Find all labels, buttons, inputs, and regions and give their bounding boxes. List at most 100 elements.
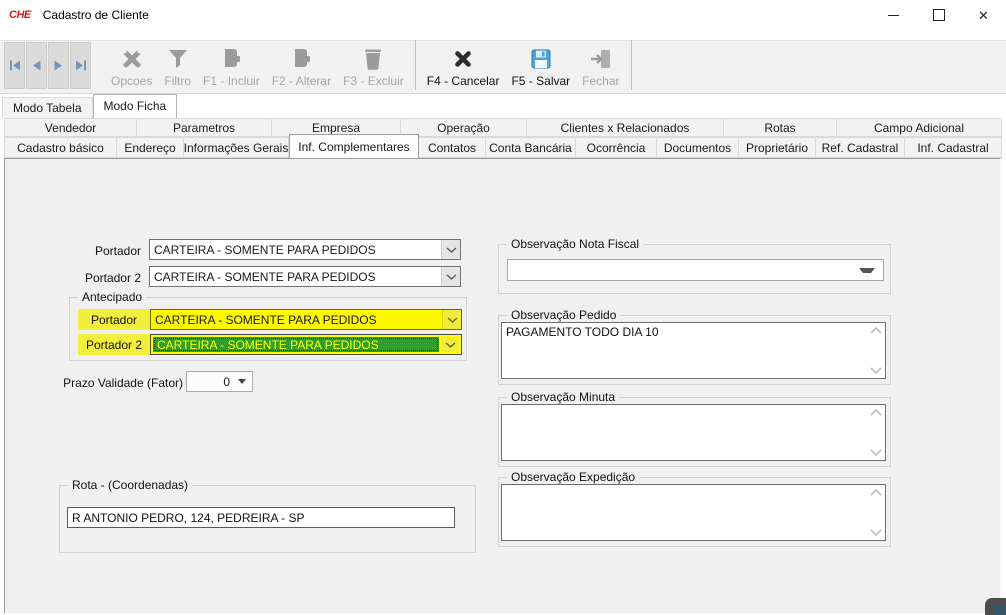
next-record-button[interactable]: [48, 42, 69, 89]
obs-pedido-textarea[interactable]: PAGAMENTO TODO DIA 10: [502, 323, 885, 378]
tab-modo-ficha[interactable]: Modo Ficha: [93, 94, 178, 118]
scroll-up-icon[interactable]: [870, 489, 882, 496]
tab-modo-tabela[interactable]: Modo Tabela: [2, 97, 93, 118]
close-icon: ✕: [978, 9, 989, 22]
first-record-button[interactable]: [4, 42, 25, 89]
app-logo-icon: CHE: [9, 9, 31, 21]
obs-pedido-title: Observação Pedido: [507, 308, 620, 322]
fechar-label: Fechar: [582, 74, 619, 88]
f4-cancelar-button[interactable]: F4 - Cancelar: [421, 44, 506, 92]
tab-operacao[interactable]: Operação: [401, 118, 527, 137]
scroll-up-icon[interactable]: [870, 409, 882, 416]
prazo-validade-dropdown[interactable]: 0: [186, 371, 253, 392]
filtro-button[interactable]: Filtro: [158, 44, 197, 92]
tab-endereco[interactable]: Endereço: [117, 137, 184, 158]
obs-minuta-textbox: [501, 404, 886, 461]
f5-salvar-button[interactable]: F5 - Salvar: [505, 44, 576, 92]
antecipado-portador-combobox[interactable]: CARTEIRA - SOMENTE PARA PEDIDOS: [150, 309, 462, 330]
tab-strip-row1: Vendedor Parametros Empresa Operação Cli…: [4, 118, 1002, 137]
background-window-corner: [985, 598, 1006, 615]
opcoes-label: Opcoes: [111, 74, 152, 88]
tab-ocorrencia[interactable]: Ocorrência: [576, 137, 657, 158]
exit-icon: [589, 47, 613, 71]
previous-record-icon: [31, 60, 42, 71]
tab-campo-adicional[interactable]: Campo Adicional: [837, 118, 1002, 137]
portador-dropdown-button[interactable]: [441, 240, 460, 259]
obs-expedicao-groupbox: Observação Expedição: [498, 477, 891, 547]
f3-excluir-button[interactable]: F3 - Excluir: [337, 44, 410, 92]
chevron-down-icon: [446, 247, 457, 253]
chevron-down-icon: [446, 274, 457, 280]
tab-strip-row2: Cadastro básico Endereço Informações Ger…: [4, 137, 1002, 158]
tab-cadastro-basico[interactable]: Cadastro básico: [4, 137, 117, 158]
antecipado-portador2-dropdown-button[interactable]: [441, 337, 459, 352]
chevron-down-icon: [447, 317, 458, 323]
add-record-icon: [219, 47, 243, 71]
toolbar-separator: [415, 40, 416, 90]
mode-tabs: Modo Tabela Modo Ficha: [2, 94, 177, 118]
cancel-icon: [452, 47, 474, 71]
opcoes-button[interactable]: Opcoes: [105, 44, 158, 92]
f2-alterar-button[interactable]: F2 - Alterar: [266, 44, 337, 92]
tab-contatos[interactable]: Contatos: [419, 137, 486, 158]
antecipado-portador-value: CARTEIRA - SOMENTE PARA PEDIDOS: [151, 310, 442, 329]
rota-coordenadas-groupbox: Rota - (Coordenadas): [59, 485, 476, 553]
f3-excluir-label: F3 - Excluir: [343, 74, 404, 88]
f1-incluir-button[interactable]: F1 - Incluir: [197, 44, 266, 92]
obs-minuta-textarea[interactable]: [502, 405, 885, 460]
scroll-down-icon[interactable]: [870, 449, 882, 456]
tab-inf-cadastral[interactable]: Inf. Cadastral: [905, 137, 1002, 158]
obs-minuta-groupbox: Observação Minuta: [498, 397, 891, 467]
minimize-button[interactable]: [871, 0, 916, 30]
scroll-down-icon[interactable]: [870, 367, 882, 374]
portador2-label: Portador 2: [45, 271, 141, 285]
prazo-validade-value: 0: [223, 375, 230, 389]
antecipado-portador2-combobox[interactable]: CARTEIRA - SOMENTE PARA PEDIDOS: [150, 334, 462, 355]
tab-informacoes-gerais[interactable]: Informações Gerais: [184, 137, 289, 158]
tab-conta-bancaria[interactable]: Conta Bancária: [486, 137, 576, 158]
obs-expedicao-title: Observação Expedição: [507, 470, 639, 484]
obs-nota-fiscal-combobox[interactable]: [507, 259, 884, 281]
fechar-button[interactable]: Fechar: [576, 44, 625, 92]
tab-documentos[interactable]: Documentos: [657, 137, 739, 158]
inf-complementares-panel: Portador CARTEIRA - SOMENTE PARA PEDIDOS…: [4, 158, 1001, 614]
tab-proprietario[interactable]: Proprietário: [739, 137, 816, 158]
rota-input[interactable]: [67, 507, 455, 528]
last-record-icon: [75, 60, 87, 71]
antecipado-portador-dropdown-button[interactable]: [442, 310, 461, 329]
filter-icon: [166, 47, 190, 71]
portador-label: Portador: [45, 244, 141, 258]
toolbar: Opcoes Filtro F1 - Incluir F2 - Alterar: [0, 40, 1006, 94]
last-record-button[interactable]: [70, 42, 91, 89]
obs-expedicao-textbox: [501, 484, 886, 541]
previous-record-button[interactable]: [26, 42, 47, 89]
chevron-down-icon: [445, 342, 456, 348]
obs-expedicao-textarea[interactable]: [502, 485, 885, 540]
tab-rotas[interactable]: Rotas: [724, 118, 837, 137]
f1-incluir-label: F1 - Incluir: [203, 74, 260, 88]
save-icon: [529, 47, 553, 71]
tab-clientes-x-relacionados[interactable]: Clientes x Relacionados: [527, 118, 724, 137]
scroll-up-icon[interactable]: [870, 327, 882, 334]
background-window-corner-inner: [993, 605, 1006, 615]
portador-value: CARTEIRA - SOMENTE PARA PEDIDOS: [150, 240, 441, 259]
portador2-combobox[interactable]: CARTEIRA - SOMENTE PARA PEDIDOS: [149, 266, 461, 287]
tab-parametros[interactable]: Parametros: [137, 118, 272, 137]
obs-nota-fiscal-groupbox: Observação Nota Fiscal: [498, 244, 891, 294]
close-button[interactable]: ✕: [961, 0, 1006, 30]
first-record-icon: [9, 60, 21, 71]
tools-icon: [119, 47, 145, 71]
scroll-down-icon[interactable]: [870, 529, 882, 536]
tab-vendedor[interactable]: Vendedor: [4, 118, 137, 137]
f1-incluir-label-x: Filtro: [164, 74, 191, 88]
cadastro-de-cliente-window: CHE Cadastro de Cliente ✕: [0, 0, 1006, 615]
obs-minuta-title: Observação Minuta: [507, 390, 619, 404]
tab-ref-cadastral[interactable]: Ref. Cadastral: [816, 137, 905, 158]
antecipado-portador2-value: CARTEIRA - SOMENTE PARA PEDIDOS: [153, 337, 439, 352]
portador2-dropdown-button[interactable]: [441, 267, 460, 286]
maximize-button[interactable]: [916, 0, 961, 30]
portador-combobox[interactable]: CARTEIRA - SOMENTE PARA PEDIDOS: [149, 239, 461, 260]
record-navigation: [4, 42, 91, 89]
portador2-value: CARTEIRA - SOMENTE PARA PEDIDOS: [150, 267, 441, 286]
tab-inf-complementares[interactable]: Inf. Complementares: [289, 134, 419, 158]
